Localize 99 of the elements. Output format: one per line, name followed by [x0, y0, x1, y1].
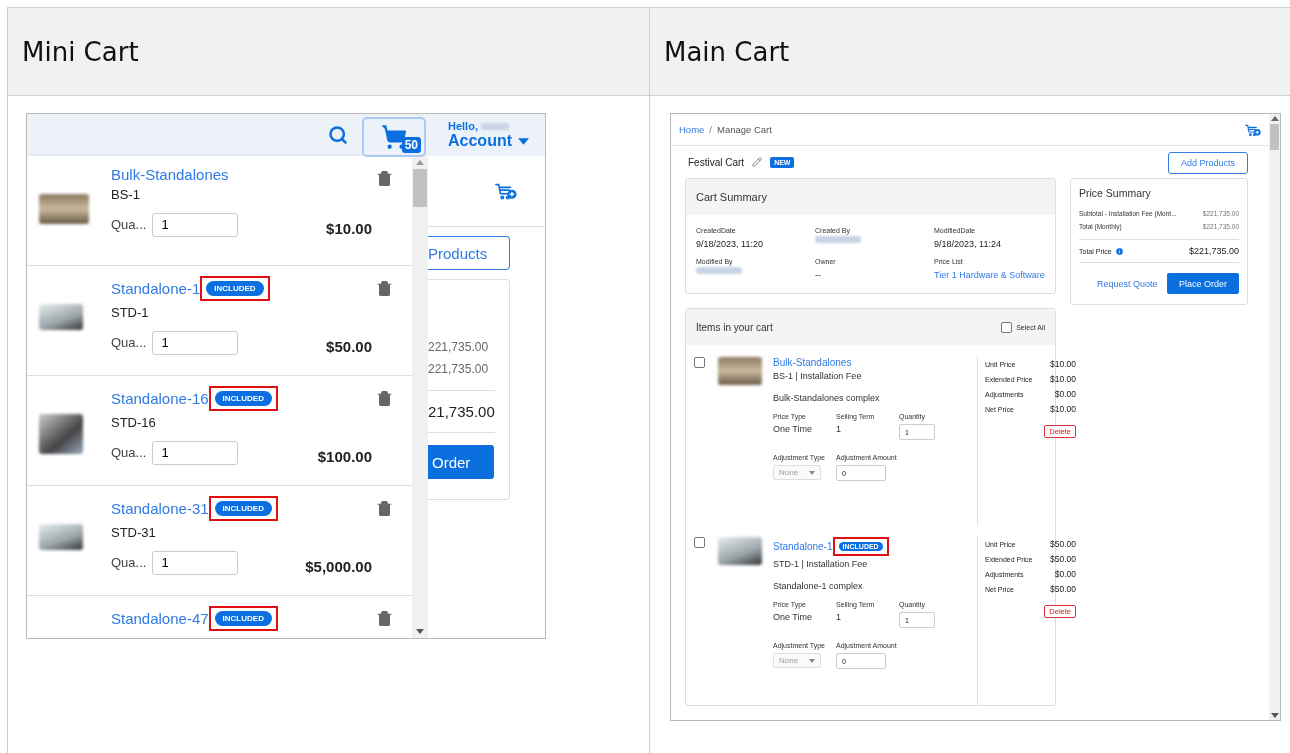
product-name-link[interactable]: Standalone-1	[111, 280, 201, 297]
redacted-value	[696, 267, 742, 274]
place-order-button[interactable]: Place Order	[1166, 273, 1239, 294]
field-value: 9/18/2023, 11:20	[696, 238, 764, 251]
price-list-link[interactable]: Tier 1 Hardware & Software	[934, 267, 1045, 283]
scrollbar-thumb[interactable]	[1270, 124, 1279, 150]
quantity-label: Qua...	[111, 217, 147, 232]
quantity-field[interactable]: 1	[152, 330, 239, 355]
included-badge: INCLUDED	[214, 501, 272, 516]
cart-name: Festival Cart	[688, 156, 745, 168]
included-badge: INCLUDED	[214, 611, 272, 626]
total-amount: 21,735.00	[428, 390, 495, 433]
product-name-link[interactable]: Bulk-Standalones	[111, 166, 229, 183]
field-value: 1	[836, 424, 842, 434]
product-photo-placeholder	[718, 357, 762, 385]
greeting-text: Hello,	[448, 120, 478, 132]
caret-icon	[518, 137, 529, 145]
scrollbar[interactable]	[412, 156, 428, 638]
price-value: $10.00	[1050, 403, 1076, 416]
amount-text: 221,735.00	[428, 339, 490, 356]
quantity-label: Qua...	[111, 445, 147, 460]
price-text: $5,000.00	[305, 558, 372, 575]
request-quote-link[interactable]: Request Quote	[1079, 278, 1158, 289]
price-value: $50.00	[1050, 583, 1076, 596]
add-products-button[interactable]: Add Products	[1167, 152, 1248, 174]
price-value: $0.00	[1054, 388, 1076, 401]
product-code: BS-1	[111, 187, 141, 202]
field-value: One Time	[773, 424, 813, 434]
card-title: Price Summary	[1079, 187, 1152, 199]
caret-icon	[809, 658, 815, 663]
product-code: STD-1	[111, 305, 150, 320]
breadcrumb-link[interactable]: Home	[679, 124, 705, 135]
included-badge: INCLUDED	[206, 281, 264, 296]
included-badge: INCLUDED	[214, 391, 272, 406]
search-icon[interactable]	[328, 125, 348, 145]
amount-text: 221,735.00	[428, 361, 490, 378]
trash-icon[interactable]	[376, 390, 393, 407]
trash-icon[interactable]	[376, 500, 393, 517]
product-code: BS-1 | Installation Fee	[773, 371, 863, 381]
product-code: STD-31	[111, 525, 157, 540]
price-text: $50.00	[326, 338, 372, 355]
caret-icon	[809, 470, 815, 475]
item-checkbox[interactable]	[694, 537, 705, 548]
scroll-down-arrow-icon[interactable]	[1270, 713, 1279, 718]
item-checkbox[interactable]	[694, 357, 705, 368]
scrollbar[interactable]	[1269, 114, 1280, 720]
quantity-label: Qua...	[111, 555, 147, 570]
price-text: $100.00	[317, 448, 372, 465]
product-photo-placeholder	[39, 524, 83, 550]
card-title: Items in your cart	[696, 321, 773, 333]
place-order-button[interactable]: Order	[428, 445, 494, 479]
product-photo-placeholder	[39, 304, 83, 330]
select-all-checkbox[interactable]	[1001, 321, 1013, 333]
card-title: Cart Summary	[696, 191, 767, 203]
total-price-value: $221,735.00	[1188, 246, 1239, 256]
scroll-down-arrow-icon[interactable]	[416, 629, 424, 634]
field-value: 9/18/2023, 11:24	[934, 238, 1002, 251]
scrollbar-thumb[interactable]	[413, 169, 427, 207]
column-header: Mini Cart	[8, 8, 650, 96]
scroll-up-arrow-icon[interactable]	[416, 160, 424, 165]
redacted-name	[480, 122, 509, 130]
product-name-link[interactable]: Standalone-16	[111, 390, 209, 407]
price-value: $50.00	[1050, 553, 1076, 566]
quantity-label: Qua...	[111, 335, 147, 350]
add-products-button[interactable]: Products	[428, 236, 510, 270]
field-value: 1	[836, 612, 842, 622]
account-menu[interactable]: Account	[448, 132, 529, 150]
cart-count-badge: 50	[401, 137, 421, 153]
cart-icon	[381, 124, 407, 150]
product-description: Bulk-Standalones complex	[773, 393, 881, 403]
trash-icon[interactable]	[376, 170, 393, 187]
quantity-field[interactable]: 1	[152, 212, 239, 237]
product-photo-placeholder	[718, 537, 762, 565]
product-photo-placeholder	[39, 194, 89, 224]
redacted-value	[815, 236, 861, 243]
product-name-link[interactable]: Standalone-47	[111, 610, 209, 627]
field-value: One Time	[773, 612, 813, 622]
trash-icon[interactable]	[376, 610, 393, 627]
price-value: $10.00	[1050, 358, 1076, 371]
info-icon[interactable]	[1114, 246, 1124, 256]
breadcrumb-current: Manage Cart	[717, 124, 772, 135]
column-header: Main Cart	[650, 8, 1290, 96]
breadcrumb-separator: /	[709, 124, 712, 135]
product-name-link[interactable]: Standalone-31	[111, 500, 209, 517]
quantity-field[interactable]: 1	[152, 550, 239, 575]
trash-icon[interactable]	[376, 280, 393, 297]
product-name-link[interactable]: Bulk-Standalones	[773, 357, 852, 368]
quantity-field[interactable]: 1	[152, 440, 239, 465]
product-description: Standalone-1 complex	[773, 581, 864, 591]
product-photo-placeholder	[39, 414, 83, 454]
field-value: --	[815, 269, 822, 282]
price-value: $50.00	[1050, 538, 1076, 551]
price-text: $10.00	[326, 220, 372, 237]
product-code: STD-16	[111, 415, 157, 430]
price-value: $0.00	[1054, 568, 1076, 581]
product-code: STD-1 | Installation Fee	[773, 559, 869, 569]
product-name-link[interactable]: Standalone-1	[773, 541, 833, 552]
scroll-up-arrow-icon[interactable]	[1270, 116, 1279, 121]
price-value: $10.00	[1050, 373, 1076, 386]
